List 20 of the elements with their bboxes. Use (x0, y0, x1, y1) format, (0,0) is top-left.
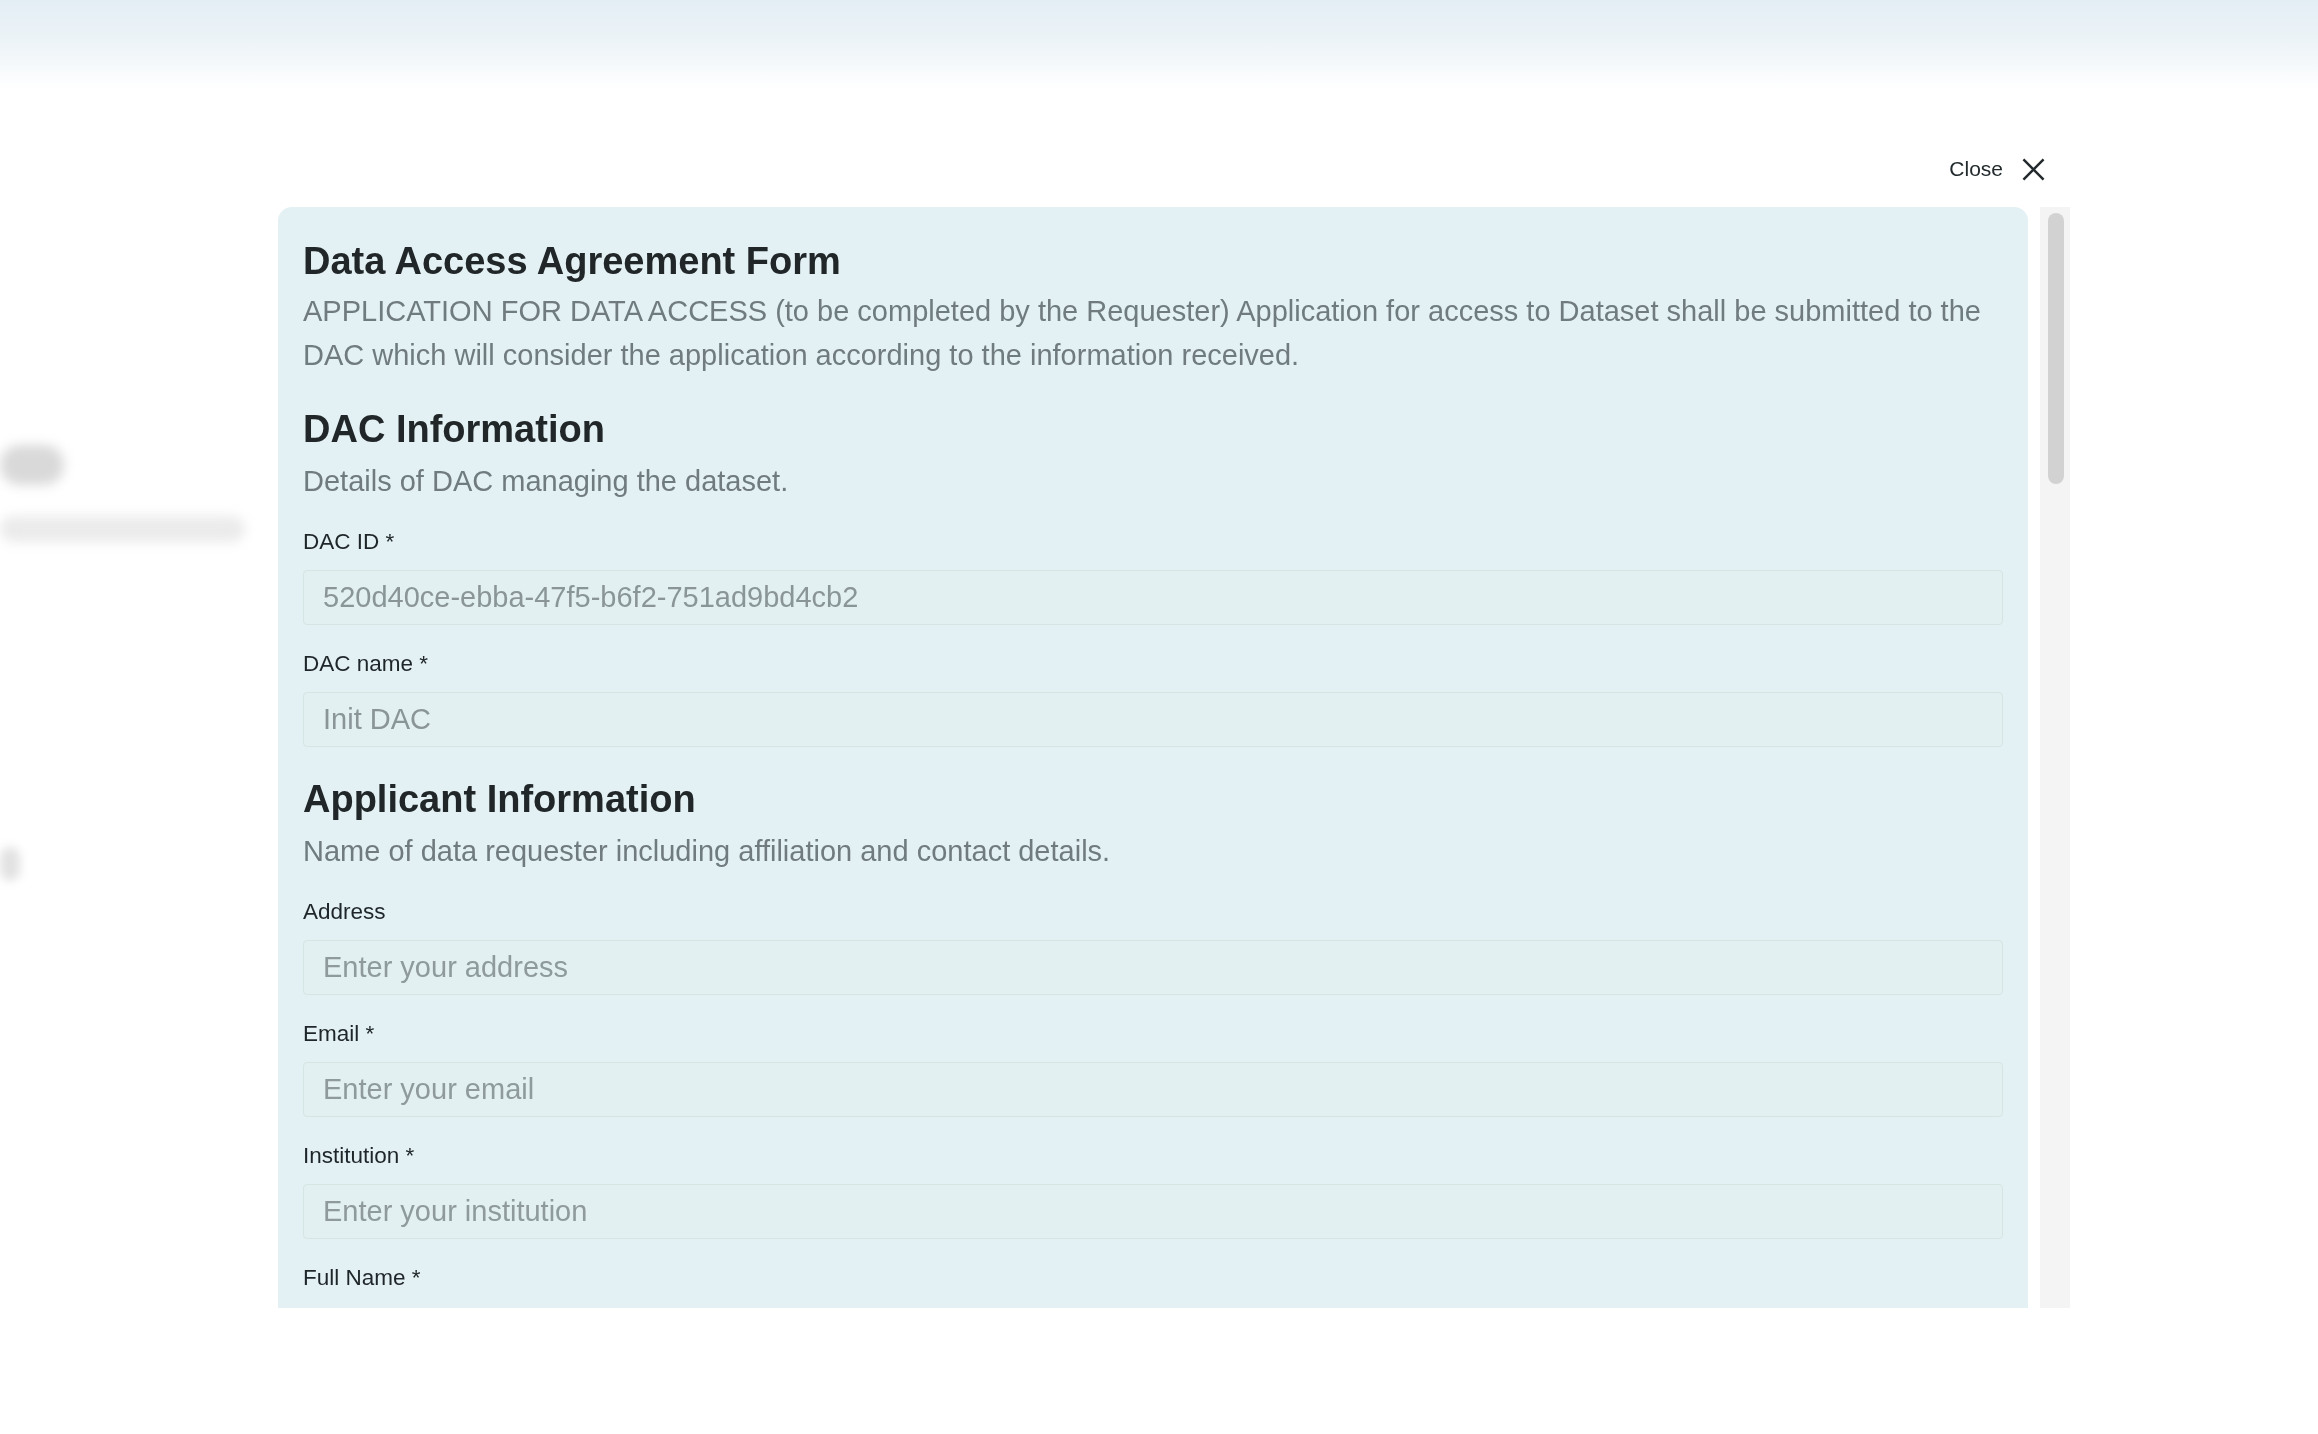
close-icon (2022, 157, 2045, 181)
form-title: Data Access Agreement Form (303, 239, 842, 283)
text-field[interactable]: Enter your address (303, 940, 2003, 995)
field-label: Email * (303, 1020, 376, 1048)
field-label: Institution * (303, 1142, 416, 1170)
field-label: DAC ID * (303, 528, 396, 556)
text-field[interactable]: Enter your email (303, 1062, 2003, 1117)
close-button[interactable]: Close (1949, 154, 2045, 184)
form-description: APPLICATION FOR DATA ACCESS (to be completed by the Requester) Application for access to Dataset shall be submitted to the DAC which will consider the application according to the information received. (303, 294, 1982, 373)
section-description: Details of DAC managing the dataset. (303, 464, 790, 499)
text-field[interactable]: Enter your institution (303, 1184, 2003, 1239)
field-label: Address (303, 898, 387, 926)
section-heading: DAC Information (303, 407, 606, 451)
section-description: Name of data requester including affiliation and contact details. (303, 834, 1112, 869)
blurred-text-drawing (0, 445, 64, 485)
blurred-text-drawing (0, 847, 20, 881)
field-label: DAC name * (303, 650, 430, 678)
field-label: Full Name * (303, 1264, 422, 1292)
scrollbar-thumb[interactable] (2048, 213, 2064, 484)
section-heading: Applicant Information (303, 777, 697, 821)
